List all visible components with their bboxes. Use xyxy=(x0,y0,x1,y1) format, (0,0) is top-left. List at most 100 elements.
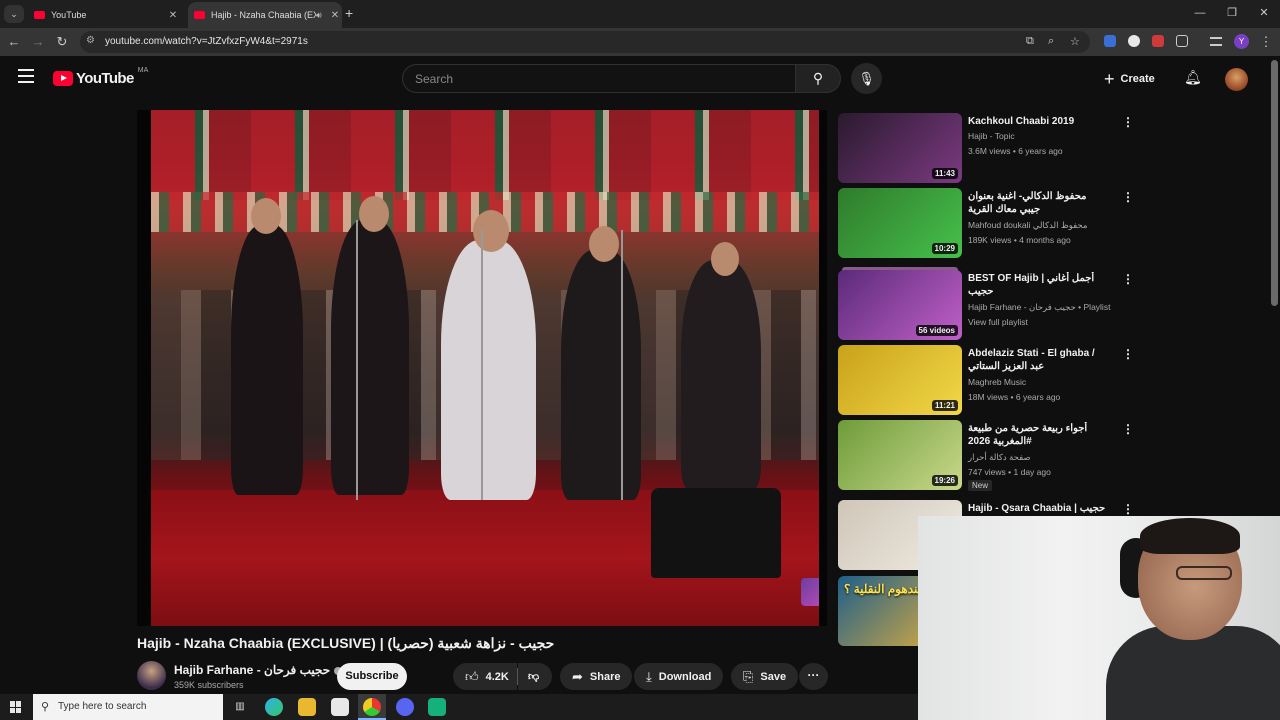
new-tab-button[interactable]: + xyxy=(345,5,353,21)
recommendation-channel[interactable]: Mahfoud doukali محفوظ الدكالي xyxy=(968,220,1087,231)
tab-youtube[interactable]: YouTube ✕ xyxy=(28,2,180,28)
tab-close-icon[interactable]: ✕ xyxy=(328,10,342,21)
page-scrollbar[interactable] xyxy=(1271,60,1278,306)
dislike-button[interactable]: 👎︎ xyxy=(518,663,552,690)
tab-video[interactable]: Hajib - Nzaha Chaabia (EXCL 🔊︎ ✕ xyxy=(188,2,342,28)
back-arrow-icon[interactable]: ← xyxy=(6,34,22,49)
microphone-icon: 🎙︎ xyxy=(858,71,875,86)
recommendation-channel[interactable]: Maghreb Music xyxy=(968,377,1026,387)
mic-stand xyxy=(621,230,623,500)
recommendation-item[interactable]: 56 videos BEST OF Hajib | أجمل أغاني حجيب… xyxy=(838,267,1138,342)
app-icon[interactable] xyxy=(428,698,446,716)
recommendation-thumbnail[interactable]: 56 videos xyxy=(838,270,962,340)
share-button[interactable]: ➦ Share xyxy=(560,663,633,690)
edge-browser-icon[interactable] xyxy=(265,698,283,716)
channel-name[interactable]: Hajib Farhane - حجيب فرحان xyxy=(174,663,343,677)
video-duration: 10:29 xyxy=(931,243,958,254)
recommendation-title[interactable]: Abdelaziz Stati - El ghaba / عبد العزيز … xyxy=(968,347,1108,373)
download-button[interactable]: ⤓ Download xyxy=(634,663,724,690)
site-info-icon[interactable]: ⚙ xyxy=(86,35,95,46)
notifications-bell-icon[interactable]: 🔔︎ xyxy=(1184,69,1202,86)
youtube-logo[interactable]: YouTube MA xyxy=(53,67,148,87)
recommendation-title[interactable]: أجواء ربيعة حصرية من طبيعة المغربية 2026… xyxy=(968,422,1108,448)
windows-start-icon[interactable] xyxy=(10,701,22,713)
performer xyxy=(231,225,303,495)
webcam-person-body xyxy=(1106,626,1280,720)
recommendation-title[interactable]: Kachkoul Chaabi 2019 xyxy=(968,115,1108,128)
extension-icon[interactable] xyxy=(1152,35,1164,47)
search-button[interactable]: ⚲ xyxy=(795,64,841,93)
microsoft-store-icon[interactable] xyxy=(331,698,349,716)
more-options-icon[interactable]: ⋮ xyxy=(1122,115,1134,129)
bookmark-star-icon[interactable]: ☆ xyxy=(1070,35,1080,48)
recommendation-item[interactable]: 11:21 Abdelaziz Stati - El ghaba / عبد ال… xyxy=(838,345,1138,417)
recommendation-item[interactable]: 11:43 Kachkoul Chaabi 2019 Hajib - Topic 3.… xyxy=(838,113,1138,185)
video-duration: 19:26 xyxy=(931,475,958,486)
plus-icon: + xyxy=(1104,68,1115,89)
video-title: Hajib - Nzaha Chaabia (EXCLUSIVE) | حجيب… xyxy=(137,635,555,651)
more-options-icon[interactable]: ⋮ xyxy=(1122,190,1134,204)
search-input[interactable]: Search xyxy=(402,64,796,93)
recommendation-item[interactable]: 19:26 أجواء ربيعة حصرية من طبيعة المغربية… xyxy=(838,420,1138,492)
performer xyxy=(561,250,641,500)
reload-icon[interactable]: ↻ xyxy=(54,34,70,50)
more-options-icon[interactable]: ⋮ xyxy=(1122,347,1134,361)
more-options-icon[interactable]: ⋮ xyxy=(1122,502,1134,516)
discord-icon[interactable] xyxy=(396,698,414,716)
file-explorer-icon[interactable] xyxy=(298,698,316,716)
like-count: 4.2K xyxy=(485,670,509,683)
close-window-icon[interactable]: ✕ xyxy=(1248,0,1280,28)
download-label: Download xyxy=(658,670,712,683)
tab-title: Hajib - Nzaha Chaabia (EXCL xyxy=(211,10,316,20)
restore-icon[interactable]: ❐ xyxy=(1216,0,1248,28)
recommendation-thumbnail[interactable]: 19:26 xyxy=(838,420,962,490)
recommendation-thumbnail[interactable]: 10:29 xyxy=(838,188,962,258)
recommendation-channel[interactable]: صفحة دكالة أحرار xyxy=(968,452,1031,463)
subscribe-button[interactable]: Subscribe xyxy=(337,663,407,690)
webcam-glasses xyxy=(1176,566,1232,580)
video-player[interactable] xyxy=(137,110,827,626)
tab-search-button[interactable]: ⌄ xyxy=(4,5,24,23)
forward-arrow-icon[interactable]: → xyxy=(30,34,46,49)
more-options-icon[interactable]: ⋮ xyxy=(1122,272,1134,286)
recommendation-thumbnail[interactable]: 11:21 xyxy=(838,345,962,415)
recommendation-item[interactable]: 10:29 محفوظ الدكالي- اغنية بعنوان جيبي مع… xyxy=(838,188,1138,260)
install-app-icon[interactable]: ⧉ xyxy=(1026,35,1034,48)
recommendation-title[interactable]: Hajib - Qsara Chaabia | حجيب xyxy=(968,502,1108,515)
like-button[interactable]: 👍︎ 4.2K xyxy=(453,663,517,690)
menu-hamburger-icon[interactable] xyxy=(18,69,34,83)
bookmark-icon: ⎘ xyxy=(743,668,754,684)
create-label: Create xyxy=(1120,73,1155,85)
channel-watermark-icon[interactable] xyxy=(801,578,819,606)
more-actions-button[interactable]: ··· xyxy=(799,663,828,690)
tent-canopy xyxy=(151,110,819,200)
minimize-icon[interactable]: — xyxy=(1184,0,1216,28)
chrome-icon[interactable] xyxy=(363,698,381,716)
youtube-play-icon xyxy=(53,71,73,86)
channel-name-text: Hajib Farhane - حجيب فرحان xyxy=(174,663,331,677)
address-bar[interactable]: ⚙ youtube.com/watch?v=JtZvfxzFyW4&t=2971… xyxy=(80,31,1090,53)
window-controls: — ❐ ✕ xyxy=(1184,0,1280,28)
account-avatar[interactable] xyxy=(1225,68,1248,91)
voice-search-button[interactable]: 🎙︎ xyxy=(851,63,882,94)
task-view-icon[interactable]: ▥ xyxy=(231,698,249,716)
translate-extension-icon[interactable] xyxy=(1104,35,1116,47)
tab-close-icon[interactable]: ✕ xyxy=(166,10,180,21)
browser-profile-avatar[interactable]: Y xyxy=(1234,34,1249,49)
recommendation-thumbnail[interactable]: 11:43 xyxy=(838,113,962,183)
taskbar-search-input[interactable]: ⚲ Type here to search xyxy=(33,694,223,720)
browser-menu-icon[interactable]: ⋮ xyxy=(1258,34,1274,50)
recommendation-channel[interactable]: Hajib - Topic xyxy=(968,131,1015,141)
speaker-icon[interactable]: 🔊︎ xyxy=(316,10,328,21)
more-options-icon[interactable]: ⋮ xyxy=(1122,422,1134,436)
recommendation-title[interactable]: BEST OF Hajib | أجمل أغاني حجيب xyxy=(968,272,1108,298)
channel-avatar[interactable] xyxy=(137,661,166,690)
extension-icon[interactable] xyxy=(1128,35,1140,47)
recommendation-title[interactable]: محفوظ الدكالي- اغنية بعنوان جيبي معاك ال… xyxy=(968,190,1108,216)
save-button[interactable]: ⎘ Save xyxy=(731,663,799,690)
extensions-puzzle-icon[interactable] xyxy=(1176,35,1188,47)
recommendation-channel[interactable]: Hajib Farhane - حجيب فرحان • Playlist xyxy=(968,302,1110,313)
create-button[interactable]: + Create xyxy=(1104,67,1155,91)
reading-list-icon[interactable] xyxy=(1210,37,1222,46)
zoom-icon[interactable]: ⌕ xyxy=(1048,35,1054,48)
